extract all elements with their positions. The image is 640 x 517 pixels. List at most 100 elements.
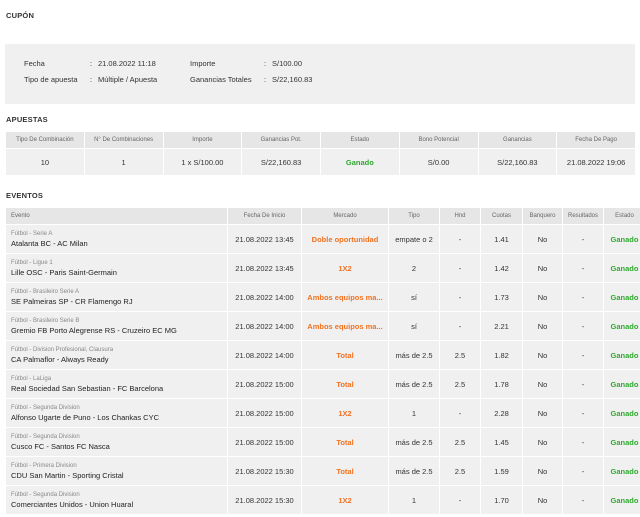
result: - bbox=[563, 457, 603, 485]
combination-type: 10 bbox=[6, 149, 84, 175]
start-date: 21.08.2022 15:00 bbox=[228, 428, 301, 456]
bet-type-value: Múltiple / Apuesta bbox=[98, 75, 158, 84]
match-name: Alfonso Ugarte de Puno - Los Chankas CYC bbox=[11, 412, 159, 422]
bet-type-label: Tipo de apuesta bbox=[24, 75, 78, 84]
coupon-section-title: CUPÓN bbox=[6, 11, 35, 20]
market: Total bbox=[302, 428, 388, 456]
column-header: Importe bbox=[163, 132, 242, 148]
event-row: Fútbol - Segunda Division Cusco FC - Sant… bbox=[6, 428, 640, 456]
start-date: 21.08.2022 15:00 bbox=[228, 370, 301, 398]
start-date: 21.08.2022 14:00 bbox=[228, 312, 301, 340]
banker: No bbox=[523, 225, 562, 253]
winnings: S/22,160.83 bbox=[478, 149, 557, 175]
event-row: Fútbol - LaLiga Real Sociedad San Sebasti… bbox=[6, 370, 640, 398]
market: 1X2 bbox=[302, 486, 388, 514]
match-name: Atalanta BC - AC Milan bbox=[11, 238, 88, 248]
colon: : bbox=[90, 75, 93, 84]
column-header: Fecha De Pago bbox=[557, 132, 635, 148]
match-name: Gremio FB Porto Alegrense RS - Cruzeiro … bbox=[11, 325, 177, 335]
event-cell: Fútbol - Segunda Division Alfonso Ugarte … bbox=[6, 399, 227, 427]
league-name: Fútbol - Segunda Division bbox=[11, 491, 80, 498]
event-cell: Fútbol - Brasileiro Serie B Gremio FB Por… bbox=[6, 312, 227, 340]
match-name: CDU San Martin - Sporting Cristal bbox=[11, 470, 124, 480]
result: - bbox=[563, 254, 603, 282]
start-date: 21.08.2022 14:00 bbox=[228, 283, 301, 311]
handicap: - bbox=[440, 312, 480, 340]
selection-type: sí bbox=[389, 312, 439, 340]
amount-value: S/100.00 bbox=[272, 59, 303, 68]
status-badge: Ganado bbox=[604, 486, 640, 514]
events-section-title: EVENTOS bbox=[6, 191, 44, 200]
selection-type: más de 2.5 bbox=[389, 370, 439, 398]
status-badge: Ganado bbox=[604, 428, 640, 456]
odds: 1.78 bbox=[481, 370, 522, 398]
result: - bbox=[563, 225, 603, 253]
column-header: Cuotas bbox=[481, 208, 522, 224]
banker: No bbox=[523, 428, 562, 456]
column-header: N° De Combinaciones bbox=[84, 132, 163, 148]
league-name: Fútbol - LaLiga bbox=[11, 375, 52, 382]
potential-winnings: S/22,160.83 bbox=[242, 149, 320, 175]
league-name: Fútbol - Primera Division bbox=[11, 462, 77, 469]
date-value: 21.08.2022 11:18 bbox=[98, 59, 156, 68]
banker: No bbox=[523, 370, 562, 398]
match-name: SE Palmeiras SP - CR Flamengo RJ bbox=[11, 296, 133, 306]
event-cell: Fútbol - Ligue 1 Lille OSC - Paris Saint-… bbox=[6, 254, 227, 282]
stake: 1 x S/100.00 bbox=[163, 149, 242, 175]
colon: : bbox=[90, 59, 93, 68]
bets-table: Tipo De Combinación N° De Combinaciones … bbox=[5, 131, 636, 176]
odds: 2.28 bbox=[481, 399, 522, 427]
bets-header-row: Tipo De Combinación N° De Combinaciones … bbox=[6, 132, 635, 148]
column-header: Tipo De Combinación bbox=[6, 132, 84, 148]
market: Doble oportunidad bbox=[302, 225, 388, 253]
selection-type: más de 2.5 bbox=[389, 341, 439, 369]
league-name: Fútbol - Segunda Division bbox=[11, 433, 80, 440]
match-name: Comerciantes Unidos - Union Huaral bbox=[11, 499, 134, 509]
column-header: Ganancias Pot. bbox=[242, 132, 320, 148]
handicap: - bbox=[440, 254, 480, 282]
selection-type: empate o 2 bbox=[389, 225, 439, 253]
status-badge: Ganado bbox=[604, 312, 640, 340]
event-row: Fútbol - Brasileiro Serie A SE Palmeiras … bbox=[6, 283, 640, 311]
market: Total bbox=[302, 341, 388, 369]
handicap: - bbox=[440, 486, 480, 514]
events-table: Evento Fecha De Inicio Mercado Tipo Hnd … bbox=[5, 207, 640, 515]
match-name: Lille OSC - Paris Saint-Germain bbox=[11, 267, 117, 277]
match-name: Real Sociedad San Sebastian - FC Barcelo… bbox=[11, 383, 164, 393]
match-name: CA Palmaflor - Always Ready bbox=[11, 354, 109, 364]
start-date: 21.08.2022 13:45 bbox=[228, 225, 301, 253]
banker: No bbox=[523, 399, 562, 427]
banker: No bbox=[523, 486, 562, 514]
amount-label: Importe bbox=[190, 59, 216, 68]
event-row: Fútbol - Division Profesional, Clausura C… bbox=[6, 341, 640, 369]
league-name: Fútbol - Serie A bbox=[11, 230, 53, 237]
league-name: Fútbol - Division Profesional, Clausura bbox=[11, 346, 114, 353]
start-date: 21.08.2022 14:00 bbox=[228, 341, 301, 369]
result: - bbox=[563, 370, 603, 398]
start-date: 21.08.2022 15:30 bbox=[228, 486, 301, 514]
status-badge: Ganado bbox=[604, 399, 640, 427]
event-row: Fútbol - Brasileiro Serie B Gremio FB Por… bbox=[6, 312, 640, 340]
column-header: Bono Potencial bbox=[399, 132, 478, 148]
column-header: Hnd bbox=[440, 208, 480, 224]
banker: No bbox=[523, 254, 562, 282]
colon: : bbox=[264, 59, 267, 68]
league-name: Fútbol - Brasileiro Serie A bbox=[11, 288, 80, 295]
banker: No bbox=[523, 312, 562, 340]
event-row: Fútbol - Primera Division CDU San Martin … bbox=[6, 457, 640, 485]
market: 1X2 bbox=[302, 254, 388, 282]
league-name: Fútbol - Brasileiro Serie B bbox=[11, 317, 80, 324]
event-cell: Fútbol - Serie A Atalanta BC - AC Milan bbox=[6, 225, 227, 253]
status-badge: Ganado bbox=[604, 283, 640, 311]
column-header: Banquero bbox=[523, 208, 562, 224]
market: Ambos equipos ma... bbox=[302, 283, 388, 311]
status-badge: Ganado bbox=[604, 457, 640, 485]
result: - bbox=[563, 341, 603, 369]
selection-type: 2 bbox=[389, 254, 439, 282]
total-winnings-value: S/22,160.83 bbox=[272, 75, 313, 84]
market: Total bbox=[302, 457, 388, 485]
event-row: Fútbol - Ligue 1 Lille OSC - Paris Saint-… bbox=[6, 254, 640, 282]
bets-section-title: APUESTAS bbox=[6, 115, 48, 124]
column-header: Estado bbox=[604, 208, 640, 224]
handicap: 2.5 bbox=[440, 428, 480, 456]
